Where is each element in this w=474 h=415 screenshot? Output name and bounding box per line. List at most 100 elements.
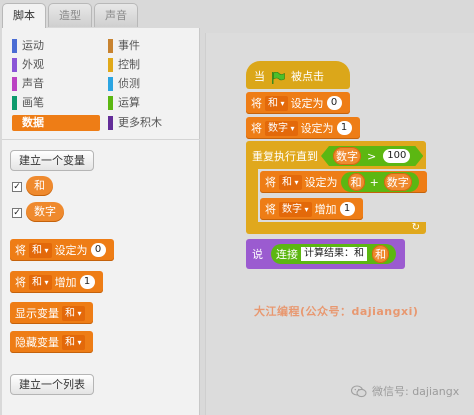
block-text: 设定为: [300, 122, 334, 135]
value-input[interactable]: 1: [336, 121, 352, 135]
tab-bar: 脚本 造型 声音: [2, 3, 140, 29]
block-text: 将: [265, 176, 276, 189]
variable-dropdown[interactable]: 和: [62, 334, 85, 350]
value-input[interactable]: 100: [383, 149, 410, 163]
category-looks[interactable]: 外观: [12, 57, 44, 73]
category-color-bar: [12, 77, 17, 91]
tab-sounds[interactable]: 声音: [94, 3, 138, 27]
set-shuzi-block[interactable]: 将 数字 设定为 1: [246, 117, 360, 139]
make-variable-button[interactable]: 建立一个变量: [10, 150, 94, 171]
block-text: 被点击: [291, 70, 324, 83]
variable-reporter[interactable]: 数字: [333, 147, 361, 165]
wechat-id: 微信号: dajiangx: [351, 383, 459, 399]
operator-symbol: +: [369, 175, 379, 189]
variable-dropdown[interactable]: 数字: [265, 120, 298, 136]
loop-arrow-icon: ↻: [411, 222, 420, 233]
variable-shuzi-checkbox[interactable]: ✓: [12, 208, 22, 218]
category-pen[interactable]: 画笔: [12, 95, 44, 111]
block-text: 说: [252, 248, 263, 261]
say-block[interactable]: 说 连接 计算结果：和 和: [246, 239, 405, 269]
category-events[interactable]: 事件: [108, 38, 140, 54]
value-input[interactable]: 0: [326, 96, 342, 110]
block-text: 将: [15, 276, 26, 289]
category-sound[interactable]: 声音: [12, 76, 44, 92]
category-sensing[interactable]: 侦测: [108, 76, 140, 92]
variable-he-checkbox[interactable]: ✓: [12, 182, 22, 192]
wechat-icon: [351, 384, 367, 397]
category-list: 运动 外观 声音 画笔 数据 事件 控制 侦测 运算 更多积木: [2, 28, 200, 140]
category-data[interactable]: 数据: [12, 115, 100, 131]
category-label: 运算: [118, 96, 140, 109]
variable-dropdown[interactable]: 和: [29, 242, 52, 258]
green-flag-icon: [272, 72, 285, 84]
value-input[interactable]: 0: [90, 243, 106, 257]
category-label: 更多积木: [118, 116, 162, 129]
scripts-area[interactable]: 当 被点击 将 和 设定为 0 将 数字 设定为 1 重复执行直到: [205, 33, 474, 415]
set-he-block[interactable]: 将 和 设定为 0: [246, 92, 350, 114]
variable-shuzi-reporter[interactable]: 数字: [26, 202, 64, 222]
repeat-until-header: 重复执行直到 数字 > 100: [252, 146, 426, 166]
block-text: 显示变量: [15, 307, 59, 320]
block-palette: 运动 外观 声音 画笔 数据 事件 控制 侦测 运算 更多积木 建立一个变量 ✓…: [2, 28, 200, 415]
when-flag-clicked-block[interactable]: 当 被点击: [246, 61, 350, 89]
greater-than-operator[interactable]: 数字 > 100: [321, 146, 423, 166]
category-color-bar: [108, 77, 113, 91]
variable-dropdown[interactable]: 和: [279, 174, 302, 190]
block-text: 隐藏变量: [15, 336, 59, 349]
watermark-text: 大江编程(公众号：dajiangxi): [254, 305, 419, 318]
hide-variable-block[interactable]: 隐藏变量 和: [10, 331, 93, 353]
category-more-blocks[interactable]: 更多积木: [108, 115, 162, 131]
add-operator[interactable]: 和 + 数字: [340, 172, 419, 192]
variable-dropdown[interactable]: 数字: [279, 201, 312, 217]
category-label: 外观: [22, 58, 44, 71]
tab-scripts[interactable]: 脚本: [2, 3, 46, 29]
category-label: 声音: [22, 77, 44, 90]
category-operators[interactable]: 运算: [108, 95, 140, 111]
category-color-bar: [12, 96, 17, 110]
category-color-bar: [108, 116, 113, 130]
show-variable-block[interactable]: 显示变量 和: [10, 302, 93, 324]
category-control[interactable]: 控制: [108, 57, 140, 73]
category-color-bar: [12, 39, 17, 53]
variable-dropdown[interactable]: 和: [29, 274, 52, 290]
category-label: 画笔: [22, 96, 44, 109]
make-list-button[interactable]: 建立一个列表: [10, 374, 94, 395]
text-input[interactable]: 计算结果：和: [301, 247, 367, 261]
category-label: 事件: [118, 39, 140, 52]
category-color-bar: [108, 39, 113, 53]
variable-dropdown[interactable]: 和: [265, 95, 288, 111]
block-text: 增加: [54, 276, 77, 289]
block-text: 将: [15, 244, 26, 257]
variable-reporter[interactable]: 和: [372, 245, 389, 263]
block-text: 将: [251, 122, 262, 135]
category-color-bar: [108, 58, 113, 72]
block-text: 设定为: [54, 244, 88, 257]
tab-costumes[interactable]: 造型: [48, 3, 92, 27]
set-he-sum-block[interactable]: 将 和 设定为 和 + 数字: [260, 171, 427, 193]
variable-he-reporter[interactable]: 和: [26, 176, 53, 196]
category-label: 运动: [22, 39, 44, 52]
block-text: 将: [265, 203, 276, 216]
change-shuzi-block[interactable]: 将 数字 增加 1: [260, 198, 363, 220]
block-text: 重复执行直到: [252, 150, 318, 163]
join-operator[interactable]: 连接 计算结果：和 和: [271, 244, 396, 264]
set-variable-block[interactable]: 将 和 设定为 0: [10, 239, 114, 261]
value-input[interactable]: 1: [79, 275, 95, 289]
block-text: 设定为: [290, 97, 324, 110]
category-label: 数据: [22, 116, 44, 129]
operator-symbol: >: [367, 149, 377, 163]
block-text: 将: [251, 97, 262, 110]
block-text: 当: [254, 70, 265, 83]
change-variable-block[interactable]: 将 和 增加 1: [10, 271, 103, 293]
wechat-text: 微信号: dajiangx: [372, 385, 460, 398]
category-color-bar: [108, 96, 113, 110]
category-label: 控制: [118, 58, 140, 71]
variable-reporter[interactable]: 和: [347, 173, 365, 191]
value-input[interactable]: 1: [339, 202, 355, 216]
category-motion[interactable]: 运动: [12, 38, 44, 54]
variable-reporter[interactable]: 数字: [383, 173, 412, 191]
variable-dropdown[interactable]: 和: [62, 305, 85, 321]
block-text: 连接: [276, 248, 298, 261]
block-text: 设定为: [304, 176, 338, 189]
category-color-bar: [12, 58, 17, 72]
